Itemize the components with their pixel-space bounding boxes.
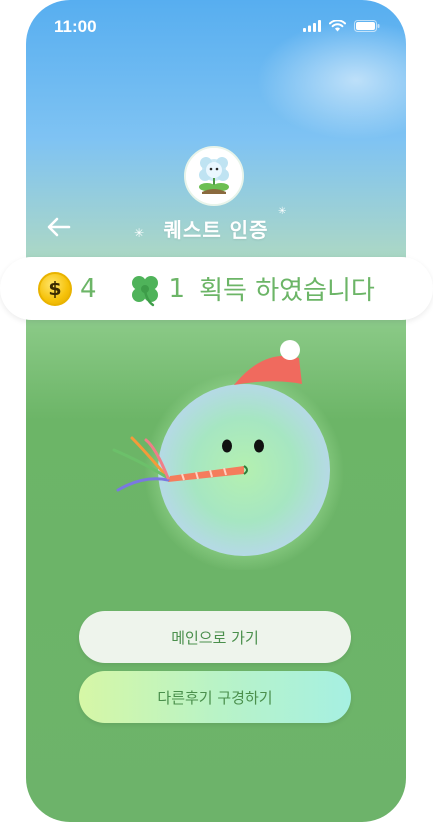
- reward-message: 획득 하였습니다: [199, 276, 375, 306]
- avatar: [184, 146, 244, 206]
- coin-count: 4: [80, 273, 97, 304]
- status-icons: [303, 20, 380, 32]
- nav-bar: 퀘스트 인증 ✳ ✳: [26, 146, 406, 256]
- status-bar: 11:00: [26, 0, 406, 54]
- wifi-icon: [329, 20, 346, 32]
- browse-reviews-button[interactable]: 다른후기 구경하기: [79, 671, 351, 723]
- sparkle-decoration: ✳: [134, 226, 145, 240]
- reward-banner: $ 4 1 획득 하였습니다: [0, 257, 433, 320]
- character-illustration: [112, 340, 344, 570]
- page-title: 퀘스트 인증: [163, 218, 269, 242]
- clover-icon: [131, 275, 158, 306]
- go-main-button[interactable]: 메인으로 가기: [79, 611, 351, 663]
- phone-screen: 11:00 퀘스트 인증 ✳ ✳ 메인으로 가기 다른후기 구경하기: [26, 0, 406, 822]
- clover-count: 1: [168, 273, 186, 304]
- status-time: 11:00: [54, 17, 97, 36]
- signal-icon: [303, 20, 321, 32]
- coin-icon: $: [38, 271, 72, 306]
- sparkle-decoration: ✳: [278, 206, 287, 217]
- flower-avatar-icon: [186, 148, 242, 204]
- battery-icon: [354, 20, 380, 32]
